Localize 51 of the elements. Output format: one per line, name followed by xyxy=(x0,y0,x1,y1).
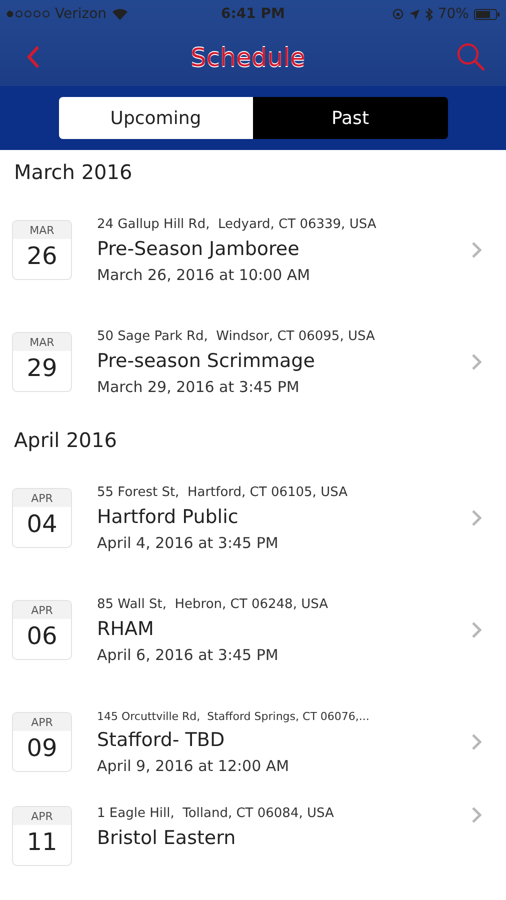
event-address: 145 Orcuttville Rd, Stafford Springs, CT 06076,... xyxy=(97,710,370,722)
chevron-icon[interactable] xyxy=(471,806,482,824)
wifi-icon xyxy=(112,8,128,20)
battery-icon xyxy=(474,8,500,20)
date-month: APR xyxy=(13,601,71,619)
event-datetime: April 6, 2016 at 3:45 PM xyxy=(97,646,280,664)
date-day: 26 xyxy=(26,242,58,270)
chevron-icon[interactable] xyxy=(471,509,482,527)
event-title: Hartford Public xyxy=(97,506,240,528)
battery-percent: 70% xyxy=(438,6,469,22)
event-title: Bristol Eastern xyxy=(97,827,237,849)
date-day: 04 xyxy=(26,510,58,538)
segment-tab[interactable]: Past xyxy=(253,97,448,139)
event-address: 1 Eagle Hill, Tolland, CT 06084, USA xyxy=(97,806,335,821)
chevron-icon[interactable] xyxy=(471,621,482,639)
event-address: 55 Forest St, Hartford, CT 06105, USA xyxy=(97,484,348,500)
chevron-icon[interactable] xyxy=(471,241,482,259)
date-day: 09 xyxy=(26,734,58,762)
bluetooth-icon xyxy=(424,8,433,20)
segment-tab[interactable]: Upcoming xyxy=(58,97,253,139)
search-button[interactable] xyxy=(456,42,486,72)
chevron-icon[interactable] xyxy=(471,733,482,751)
lock-rotation-icon xyxy=(392,8,404,20)
back-button[interactable] xyxy=(26,45,40,69)
month-heading: March 2016 xyxy=(13,159,134,186)
chevron-icon[interactable] xyxy=(471,353,482,371)
event-title: RHAM xyxy=(97,618,155,640)
date-month: MAR xyxy=(13,333,71,351)
date-month: APR xyxy=(13,713,71,731)
location-icon xyxy=(408,8,420,20)
event-title: Pre-season Scrimmage xyxy=(97,350,316,372)
status-time: 6:41 PM xyxy=(221,6,285,22)
date-day: 29 xyxy=(26,354,58,382)
event-datetime: April 4, 2016 at 3:45 PM xyxy=(97,534,280,552)
screen-title: Schedule xyxy=(190,42,306,72)
date-month: APR xyxy=(13,807,71,825)
event-datetime: March 26, 2016 at 10:00 AM xyxy=(97,266,312,284)
date-month: MAR xyxy=(13,221,71,239)
carrier: Verizon xyxy=(55,6,107,22)
date-month: APR xyxy=(13,489,71,507)
date-day: 11 xyxy=(26,828,58,856)
event-address: 85 Wall St, Hebron, CT 06248, USA xyxy=(97,596,329,612)
month-heading: April 2016 xyxy=(13,427,118,454)
event-datetime: April 9, 2016 at 12:00 AM xyxy=(97,756,290,774)
signal-icon xyxy=(6,10,50,18)
event-address: 24 Gallup Hill Rd, Ledyard, CT 06339, USA xyxy=(97,216,378,232)
event-address: 50 Sage Park Rd, Windsor, CT 06095, USA xyxy=(97,328,376,344)
event-title: Stafford- TBD xyxy=(97,728,226,750)
date-day: 06 xyxy=(26,622,58,650)
event-title: Pre-Season Jamboree xyxy=(97,238,300,260)
event-datetime: March 29, 2016 at 3:45 PM xyxy=(97,378,300,396)
